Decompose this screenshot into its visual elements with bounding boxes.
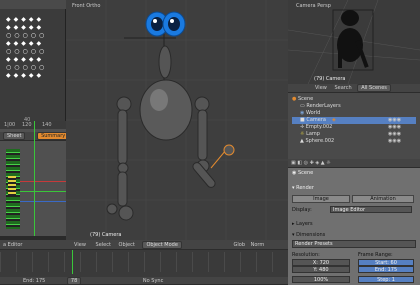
camera-view[interactable]: Camera Persp (79) Camera [288, 0, 420, 84]
outliner-item-label: World [305, 110, 321, 116]
display-dropdown[interactable]: Image Editor [330, 206, 412, 213]
world-icon: ◉ [300, 110, 305, 116]
lamp-icon: ☼ [300, 131, 305, 137]
viewport-status: (79) Camera [90, 232, 122, 238]
outliner-item-world[interactable]: ◉ World [300, 110, 320, 117]
frame-cursor[interactable] [34, 121, 35, 236]
timeline-footer: End: 175 78 No Sync [0, 277, 288, 285]
dimensions-label: Dimensions [296, 232, 326, 238]
res-x-field[interactable]: X: 720 [292, 259, 350, 266]
keyframe-rows: ◆◆◆◆◆ ◆◆◆◆◆ ○○○○○ ◆◆◆◆◆ ○○○○○ ◆◆◆◆◆ ○○○○○ ◆◆◆◆◆ [6, 16, 48, 79]
outliner-item-label: Lamp [306, 131, 320, 137]
outliner[interactable]: View Search All Scenes ● Scene ▭ RenderL… [288, 84, 420, 159]
layers-label: Layers [296, 221, 313, 227]
outliner-item-empty[interactable]: ✛ Empty.002 [300, 124, 332, 131]
frame-start-field[interactable]: Start: 60 [358, 259, 414, 266]
frame-step-field[interactable]: Step: 1 [358, 276, 414, 283]
outliner-item-label: Scene [297, 96, 314, 102]
dopesheet-graph[interactable]: ◆◆◆◆◆ ◆◆◆◆◆ ○○○○○ ◆◆◆◆◆ ○○○○○ ◆◆◆◆◆ ○○○○○ ◆◆◆◆◆… [0, 0, 66, 123]
outliner-item-sphere[interactable]: ▲ Sphere.002 [300, 138, 334, 145]
bottom-timeline[interactable]: End: 175 78 No Sync [0, 250, 288, 285]
render-section-label: Render [296, 185, 314, 191]
presets-label: Render Presets [295, 241, 333, 247]
frame-range-label: Frame Range: [358, 252, 393, 258]
outliner-item-renderlayers[interactable]: ▭ RenderLayers [300, 103, 341, 110]
axis-tick-1: 120 [22, 122, 32, 128]
timeline-tabs: Sheet Summary [0, 132, 66, 141]
outliner-view-menu[interactable]: View [315, 85, 327, 91]
outliner-header: View Search All Scenes [288, 84, 420, 93]
hdr-strip [0, 0, 66, 9]
outliner-search-menu[interactable]: Search [334, 85, 351, 91]
tab-summary[interactable]: Summary [37, 132, 66, 140]
resolution-label: Resolution: [292, 252, 320, 258]
visibility-toggles[interactable]: ◉◉◉ ◉◉◉ ◉◉◉ ◉◉◉ [388, 117, 401, 145]
viewport-header: a Editor View Select Object Object Mode … [0, 240, 288, 250]
renderlayer-icon: ▭ [300, 103, 305, 109]
timeline-ruler [0, 252, 288, 272]
layers-section[interactable]: ▸ Layers [292, 221, 313, 227]
outliner-item-label: RenderLayers [306, 103, 341, 109]
axis-tick-0: 1|00 [4, 122, 16, 128]
view-menu[interactable]: View [74, 242, 86, 248]
timeline-axis: 1|00 120 140 [0, 121, 66, 129]
outliner-item-label: Camera [306, 117, 326, 123]
empty-icon: ✛ [300, 124, 305, 130]
render-tab-icon[interactable]: ▣ ◧ ◎ ✚ ◈ ▲ ☼ [291, 160, 331, 166]
camera-data-icon: ◈ [331, 117, 336, 123]
render-section-header[interactable]: ▾ Render [292, 185, 314, 191]
frame-end-field[interactable]: End: 175 [358, 266, 414, 273]
display-value: Image Editor [333, 207, 366, 213]
timeline-playhead[interactable] [72, 250, 73, 274]
mode-dropdown[interactable]: Object Mode [142, 241, 182, 249]
camera-scene [288, 0, 420, 84]
curve-line-green [20, 191, 66, 192]
end-frame-field[interactable]: End: 175 [23, 278, 45, 284]
scene-icon: ● [292, 96, 297, 102]
object-menu[interactable]: Object [119, 242, 135, 248]
axis-tick-2: 140 [42, 122, 52, 128]
res-y-value: Y: 480 [313, 267, 329, 273]
render-presets[interactable]: Render Presets [292, 240, 416, 248]
curve-line-red [20, 181, 66, 182]
frame-end-value: End: 175 [374, 267, 398, 273]
outliner-item-label: Empty.002 [305, 124, 333, 130]
mesh-icon: ▲ [300, 138, 304, 144]
current-frame-field[interactable]: 78 [66, 277, 82, 284]
render-animation-button[interactable]: Animation [352, 195, 414, 203]
res-percent-field[interactable]: 100% [292, 276, 350, 283]
curve-line-blue [20, 201, 66, 202]
editor-type-menu[interactable]: a Editor [3, 242, 22, 248]
render-animation-label: Animation [370, 196, 396, 202]
properties-tabs: ▣ ◧ ◎ ✚ ◈ ▲ ☼ [288, 159, 420, 168]
render-image-label: Image [313, 196, 329, 202]
yellow-keys [8, 176, 16, 196]
camera-icon: ■ [300, 117, 305, 123]
render-image-button[interactable]: Image [292, 195, 350, 203]
frame-step-value: Step: 1 [377, 277, 395, 283]
shading-menu[interactable]: Norm [251, 242, 265, 248]
scene-breadcrumb-label: Scene [297, 170, 314, 176]
outliner-item-scene[interactable]: ● Scene [292, 96, 313, 103]
tab-sheet[interactable]: Sheet [3, 132, 26, 140]
display-label: Display: [292, 207, 312, 213]
outliner-filter[interactable]: All Scenes [357, 84, 391, 92]
res-y-field[interactable]: Y: 480 [292, 266, 350, 273]
outliner-item-lamp[interactable]: ☼ Lamp [300, 131, 320, 138]
res-percent-value: 100% [313, 277, 329, 283]
viewport-3d[interactable]: Front Ortho (79) Camera [66, 0, 288, 240]
timeline-panel[interactable]: 1|00 120 140 Sheet Summary [0, 121, 66, 236]
camera-view-status: (79) Camera [314, 76, 346, 82]
dimensions-section[interactable]: ▾ Dimensions [292, 232, 325, 238]
sync-dropdown[interactable]: No Sync [143, 278, 163, 284]
scene-breadcrumb: ◉ Scene [292, 170, 313, 176]
grid-and-character [66, 0, 288, 240]
select-menu[interactable]: Select [96, 242, 111, 248]
orientation-menu[interactable]: Glob [234, 242, 246, 248]
properties-panel[interactable]: ▣ ◧ ◎ ✚ ◈ ▲ ☼ ◉ Scene ▾ Render Image Ani… [288, 159, 420, 285]
scene-breadcrumb-icon: ◉ [292, 170, 297, 176]
outliner-item-label: Sphere.002 [305, 138, 335, 144]
